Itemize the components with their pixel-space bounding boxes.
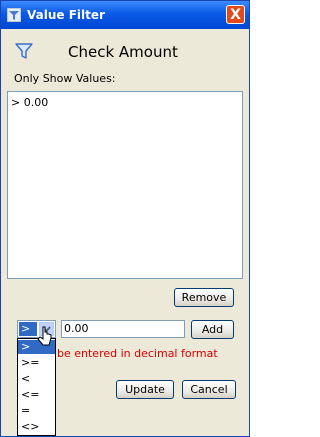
list-item[interactable]: > 0.00: [11, 96, 48, 109]
filter-heading: Check Amount: [68, 43, 178, 61]
window-title: Value Filter: [27, 8, 105, 22]
option-greater-or-equal[interactable]: >=: [18, 356, 55, 370]
update-button[interactable]: Update: [116, 380, 174, 399]
option-not-equal[interactable]: <>: [18, 420, 55, 434]
validation-message: be entered in decimal format: [57, 347, 218, 360]
option-less-or-equal[interactable]: <=: [18, 388, 55, 402]
close-button[interactable]: X: [226, 5, 245, 24]
title-bar[interactable]: Value Filter X: [1, 1, 249, 29]
add-button[interactable]: Add: [191, 320, 234, 339]
app-icon: [7, 8, 21, 22]
mouse-pointer-icon: [37, 326, 52, 346]
operator-dropdown-list: > >= < <= = <>: [17, 338, 56, 436]
value-input[interactable]: 0.00: [61, 320, 185, 338]
list-label: Only Show Values:: [14, 72, 116, 85]
dialog-body: Check Amount Only Show Values: > 0.00 Re…: [4, 29, 246, 436]
option-equal[interactable]: =: [18, 404, 55, 418]
option-less-than[interactable]: <: [18, 372, 55, 386]
operator-select-value: >: [19, 322, 37, 336]
remove-button[interactable]: Remove: [174, 288, 234, 307]
values-listbox[interactable]: > 0.00: [7, 91, 243, 279]
cancel-button[interactable]: Cancel: [182, 380, 236, 399]
value-filter-window: Value Filter X Check Amount Only Show Va…: [0, 0, 250, 437]
funnel-icon: [15, 43, 33, 59]
